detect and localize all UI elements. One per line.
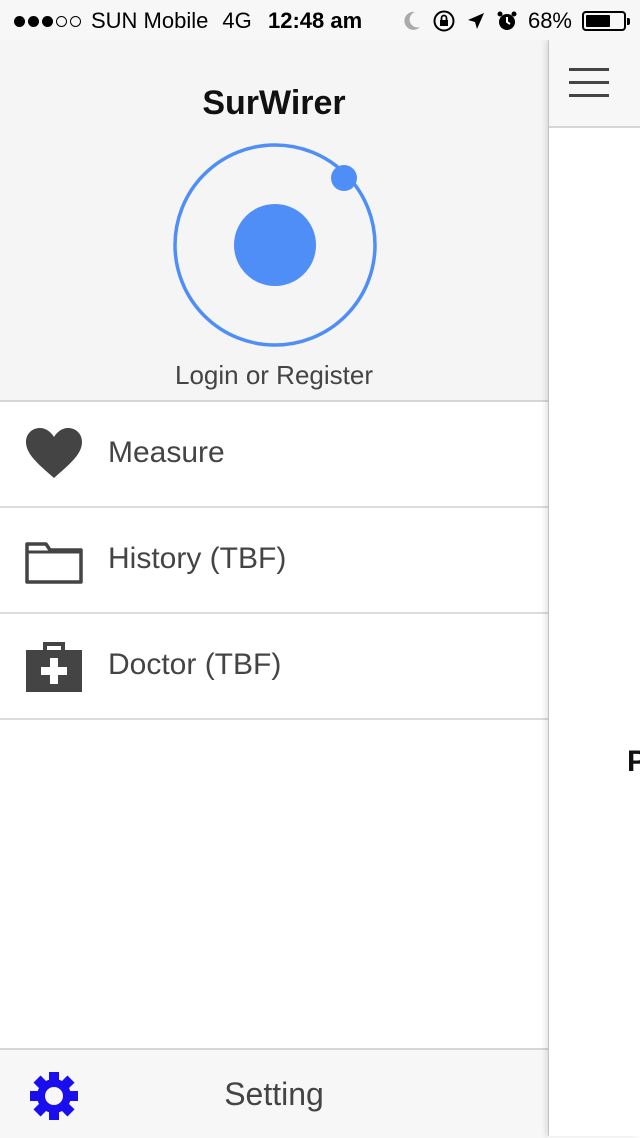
status-bar-right: 68% [402, 8, 630, 34]
rotation-lock-icon [433, 10, 455, 32]
status-bar: SUN Mobile 4G 12:48 am 68% [0, 0, 640, 40]
alarm-clock-icon [497, 11, 517, 30]
menu-item-label: Doctor (TBF) [108, 648, 282, 681]
status-time: 12:48 am [268, 8, 363, 33]
main-content-text: P [627, 745, 640, 778]
status-bar-left: SUN Mobile 4G [14, 8, 252, 34]
app-logo-icon[interactable] [172, 142, 378, 348]
menu-item-doctor[interactable]: Doctor (TBF) [0, 614, 548, 720]
app-title: SurWirer [202, 84, 346, 122]
menu-item-measure[interactable]: Measure [0, 402, 548, 508]
folder-icon [25, 542, 83, 584]
carrier-name: SUN Mobile [91, 8, 209, 33]
login-register-link[interactable]: Login or Register [0, 360, 548, 391]
settings-label: Setting [224, 1076, 324, 1112]
medical-kit-icon [26, 642, 82, 692]
hamburger-menu-icon[interactable] [569, 68, 609, 98]
main-header [549, 40, 640, 128]
signal-strength-icon [14, 15, 81, 27]
main-content-pane: P [549, 40, 640, 1136]
heart-icon [26, 428, 82, 478]
network-type: 4G [222, 8, 252, 33]
location-arrow-icon [467, 13, 484, 29]
settings-button[interactable]: Setting [0, 1048, 548, 1138]
moon-icon [404, 11, 420, 30]
battery-icon [582, 11, 630, 31]
menu-item-label: History (TBF) [108, 542, 287, 575]
menu-item-history[interactable]: History (TBF) [0, 508, 548, 614]
menu-list: Measure History (TBF) Doctor (TBF) [0, 402, 548, 720]
side-menu: SurWirer Login or Register Measure Histo… [0, 0, 549, 1138]
battery-percent: 68% [527, 8, 572, 33]
menu-header: SurWirer Login or Register [0, 40, 548, 402]
menu-item-label: Measure [108, 436, 225, 469]
